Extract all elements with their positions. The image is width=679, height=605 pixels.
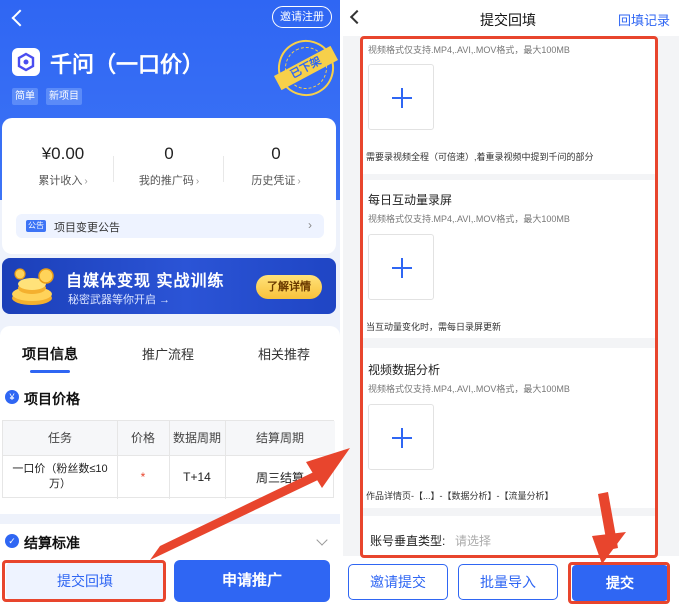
banner-details-button[interactable]: 了解详情 xyxy=(256,275,322,299)
app-logo-icon xyxy=(12,48,40,76)
stat-promo-code-label[interactable]: 我的推广码 › xyxy=(119,172,219,188)
notice-icon: 公告 xyxy=(26,220,46,232)
table-cell-data-cycle: T+14 xyxy=(183,470,211,484)
invite-register-button[interactable]: 邀请注册 xyxy=(272,6,332,28)
divider xyxy=(117,421,118,499)
settle-section-title: 结算标准 xyxy=(24,535,80,551)
tab-promo-process[interactable]: 推广流程 xyxy=(142,344,194,363)
tab-bar: 项目信息 推广流程 相关推荐 xyxy=(0,326,340,384)
stat-history-value: 0 xyxy=(271,144,281,163)
highlight-box xyxy=(568,562,670,604)
invite-submit-button[interactable]: 邀请提交 xyxy=(348,564,448,600)
divider xyxy=(113,156,114,182)
stat-income-value: ¥0.00 xyxy=(41,144,85,163)
promo-banner[interactable]: 自媒体变现 实战训练 秘密武器等你开启 → 了解详情 xyxy=(2,258,336,314)
batch-import-button[interactable]: 批量导入 xyxy=(458,564,558,600)
yen-icon: ¥ xyxy=(5,390,19,404)
price-table: 任务 价格 数据周期 结算周期 一口价（粉丝数≤10万） * T+14 周三结算 xyxy=(2,420,335,499)
stats-card: ¥0.00 累计收入 › 0 我的推广码 › 0 历史凭证 › 公告 项目变更公告 › xyxy=(2,118,336,254)
table-cell-settle-cycle: 周三结算 xyxy=(255,470,304,485)
divider xyxy=(3,455,335,456)
stat-income-label[interactable]: 累计收入 › xyxy=(13,172,113,188)
highlight-box xyxy=(360,36,658,558)
banner-subtitle: 秘密武器等你开启 → xyxy=(68,294,171,306)
notice-bar[interactable]: 公告 项目变更公告 › xyxy=(16,214,324,238)
table-cell-price: * xyxy=(140,470,146,484)
apply-promotion-button[interactable]: 申请推广 xyxy=(174,560,330,602)
tab-related[interactable]: 相关推荐 xyxy=(258,344,310,363)
banner-title: 自媒体变现 实战训练 xyxy=(66,273,225,290)
check-icon: ✓ xyxy=(5,534,19,548)
column-header: 任务 xyxy=(3,421,117,455)
tab-project-info[interactable]: 项目信息 xyxy=(22,344,78,364)
highlight-box xyxy=(2,560,166,602)
chevron-right-icon: › xyxy=(308,218,312,232)
tag-new-project: 新项目 xyxy=(46,88,82,105)
column-header: 价格 xyxy=(117,421,169,455)
stat-promo-code-value: 0 xyxy=(164,144,174,163)
coin-icon xyxy=(12,268,54,305)
column-header: 数据周期 xyxy=(169,421,225,455)
divider xyxy=(223,156,224,182)
page-title: 提交回填 xyxy=(480,12,536,28)
price-section-title: 项目价格 xyxy=(24,391,80,407)
tab-underline xyxy=(30,370,70,373)
table-cell-task: 一口价（粉丝数≤10万） xyxy=(12,463,108,490)
project-title: 千问（一口价） xyxy=(50,52,205,77)
divider xyxy=(225,421,226,499)
divider xyxy=(169,421,170,499)
notice-text: 项目变更公告 xyxy=(54,222,120,234)
tag-simple: 简单 xyxy=(12,88,38,105)
stat-history-label[interactable]: 历史凭证 › xyxy=(226,172,326,188)
column-header: 结算周期 xyxy=(225,421,335,455)
backfill-record-link[interactable]: 回填记录 xyxy=(618,10,670,29)
